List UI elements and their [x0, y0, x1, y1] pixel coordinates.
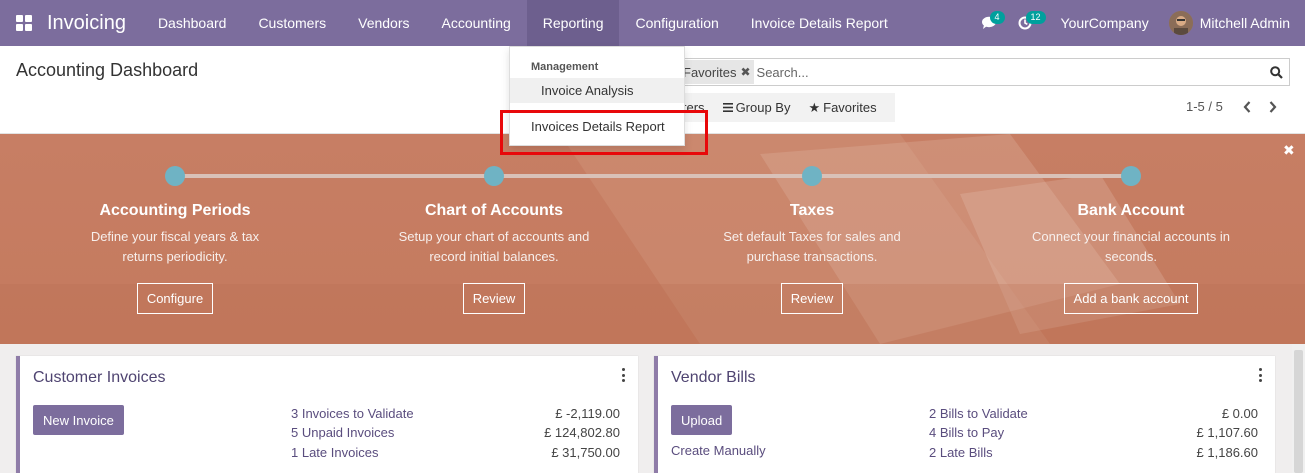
step-accounting-periods: Accounting Periods Define your fiscal ye…	[25, 166, 325, 314]
star-icon: ★	[808, 99, 821, 115]
kebab-menu-icon[interactable]	[1257, 368, 1263, 382]
scrollbar[interactable]	[1292, 344, 1305, 473]
menu-invoice-analysis[interactable]: Invoice Analysis	[510, 78, 684, 103]
step-title: Chart of Accounts	[424, 202, 564, 219]
review-chart-button[interactable]: Review	[462, 283, 526, 314]
step-chart-of-accounts: Chart of Accounts Setup your chart of ac…	[344, 166, 644, 314]
step-dot	[1121, 166, 1141, 186]
stat-row[interactable]: 5 Unpaid Invoices £ 124,802.80	[291, 425, 620, 444]
step-dot	[802, 166, 822, 186]
main-menu: Dashboard Customers Vendors Accounting R…	[142, 0, 904, 46]
step-dot	[484, 166, 504, 186]
upload-button[interactable]: Upload	[671, 405, 733, 435]
step-dot	[165, 166, 185, 186]
close-icon[interactable]: ✖	[1283, 142, 1295, 159]
pager-next-icon[interactable]	[1269, 100, 1277, 113]
step-description: Setup your chart of accounts and record i…	[398, 229, 590, 264]
menu-dashboard[interactable]: Dashboard	[142, 0, 243, 46]
systray: 4 12 YourCompany Mitchell Admin	[971, 0, 1305, 46]
add-bank-account-button[interactable]: Add a bank account	[1063, 283, 1199, 314]
stat-row[interactable]: 2 Bills to Validate £ 0.00	[929, 406, 1258, 425]
pager: 1-5 / 5	[1186, 99, 1277, 114]
user-menu[interactable]: Mitchell Admin	[1168, 11, 1305, 35]
user-name: Mitchell Admin	[1199, 15, 1290, 31]
scrollbar-thumb[interactable]	[1294, 350, 1303, 473]
step-title: Taxes	[789, 202, 835, 219]
step-description: Set default Taxes for sales and purchase …	[723, 229, 901, 264]
menu-configuration[interactable]: Configuration	[619, 0, 734, 46]
list-icon	[722, 100, 733, 115]
kebab-menu-icon[interactable]	[620, 368, 626, 382]
step-bank-account: Bank Account Connect your financial acco…	[981, 166, 1281, 314]
stat-row[interactable]: 2 Late Bills £ 1,186.60	[929, 445, 1258, 464]
activities-button[interactable]: 12	[1007, 0, 1046, 46]
new-invoice-button[interactable]: New Invoice	[33, 405, 124, 435]
favorites-button[interactable]: ★ Favorites	[808, 100, 884, 116]
search-bar: Favorites ✖	[680, 58, 1290, 86]
step-title: Bank Account	[1077, 202, 1185, 219]
facet-remove-icon[interactable]: ✖	[740, 65, 750, 79]
card-title[interactable]: Vendor Bills	[671, 369, 756, 387]
company-switcher[interactable]: YourCompany	[1043, 15, 1169, 31]
search-options: lters Group By ★ Favorites	[680, 93, 895, 122]
menu-vendors[interactable]: Vendors	[342, 0, 425, 46]
search-icon	[1269, 65, 1283, 79]
step-taxes: Taxes Set default Taxes for sales and pur…	[662, 166, 962, 314]
avatar	[1168, 11, 1193, 35]
onboarding-banner: ✖ Accounting Periods Define your fiscal …	[0, 134, 1305, 344]
pager-previous-icon[interactable]	[1243, 100, 1251, 113]
stat-row[interactable]: 4 Bills to Pay £ 1,107.60	[929, 425, 1258, 444]
stat-row[interactable]: 1 Late Invoices £ 31,750.00	[291, 445, 620, 464]
step-title: Accounting Periods	[99, 202, 251, 219]
create-manually-link[interactable]: Create Manually	[671, 443, 766, 458]
menu-customers[interactable]: Customers	[242, 0, 342, 46]
app-brand[interactable]: Invoicing	[47, 12, 142, 35]
activities-badge: 12	[1025, 11, 1046, 24]
customer-invoices-card: Customer Invoices New Invoice 3 Invoices…	[16, 356, 638, 473]
search-button[interactable]	[1263, 59, 1289, 85]
groupby-button[interactable]: Group By	[722, 100, 799, 115]
step-description: Connect your financial accounts in second…	[1031, 229, 1230, 264]
step-description: Define your fiscal years & tax returns pe…	[90, 229, 260, 264]
search-facet: Favorites ✖	[683, 60, 754, 84]
card-title[interactable]: Customer Invoices	[33, 369, 166, 387]
menu-reporting[interactable]: Reporting	[526, 0, 620, 46]
dropdown-header: Management	[531, 61, 599, 73]
menu-accounting[interactable]: Accounting	[426, 0, 527, 46]
search-input[interactable]	[756, 60, 1263, 84]
annotation-highlight	[500, 110, 708, 155]
configure-button[interactable]: Configure	[136, 283, 214, 314]
top-navbar: Invoicing Dashboard Customers Vendors Ac…	[0, 0, 1305, 46]
menu-invoice-details-report[interactable]: Invoice Details Report	[735, 0, 904, 46]
stat-row[interactable]: 3 Invoices to Validate £ -2,119.00	[291, 406, 620, 425]
page-title: Accounting Dashboard	[16, 60, 199, 80]
pager-value[interactable]: 1-5 / 5	[1186, 99, 1223, 114]
messages-badge: 4	[989, 11, 1005, 24]
vendor-bills-card: Vendor Bills Upload Create Manually 2 Bi…	[654, 356, 1275, 473]
review-taxes-button[interactable]: Review	[780, 283, 844, 314]
facet-label: Favorites	[683, 64, 737, 80]
messages-button[interactable]: 4	[971, 0, 1007, 46]
apps-menu-icon[interactable]	[0, 0, 48, 46]
